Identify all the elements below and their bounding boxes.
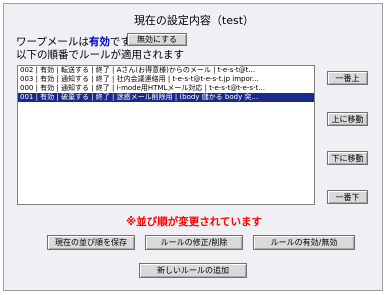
toggle-rule-button[interactable]: ルールの有効/無効 xyxy=(253,235,355,250)
add-rule-button[interactable]: 新しいルールの追加 xyxy=(139,263,247,278)
rules-listbox[interactable]: 002 | 有効 | 転送する | 終了 | Aさん(お得意様)からのメール |… xyxy=(17,65,315,205)
disable-button[interactable]: 無効にする xyxy=(127,33,187,46)
rule-row[interactable]: 000 | 有効 | 通知する | 終了 | i-mode用HTMLメール対応 … xyxy=(18,84,314,93)
page-title: 現在の設定内容（test） xyxy=(133,14,255,27)
move-up-button[interactable]: 上に移動 xyxy=(327,112,368,126)
rule-row-selected[interactable]: 001 | 有効 | 破棄する | 終了 | 迷惑メール削除用 | (body … xyxy=(18,93,314,102)
status-description: 以下の順番でルールが適用されます xyxy=(16,49,184,61)
rule-row[interactable]: 003 | 有効 | 通知する | 終了 | 社内会議連絡用 | t-e-s-t… xyxy=(18,75,314,84)
edit-delete-rule-button[interactable]: ルールの修正/削除 xyxy=(145,235,243,250)
save-order-button[interactable]: 現在の並び順を保存 xyxy=(47,235,135,250)
move-down-button[interactable]: 下に移動 xyxy=(327,151,368,165)
order-changed-warning: ※並び順が変更されています xyxy=(126,216,262,228)
rule-row[interactable]: 002 | 有効 | 転送する | 終了 | Aさん(お得意様)からのメール |… xyxy=(18,66,314,75)
move-top-button[interactable]: 一番上 xyxy=(327,71,368,85)
move-bottom-button[interactable]: 一番下 xyxy=(327,190,368,204)
